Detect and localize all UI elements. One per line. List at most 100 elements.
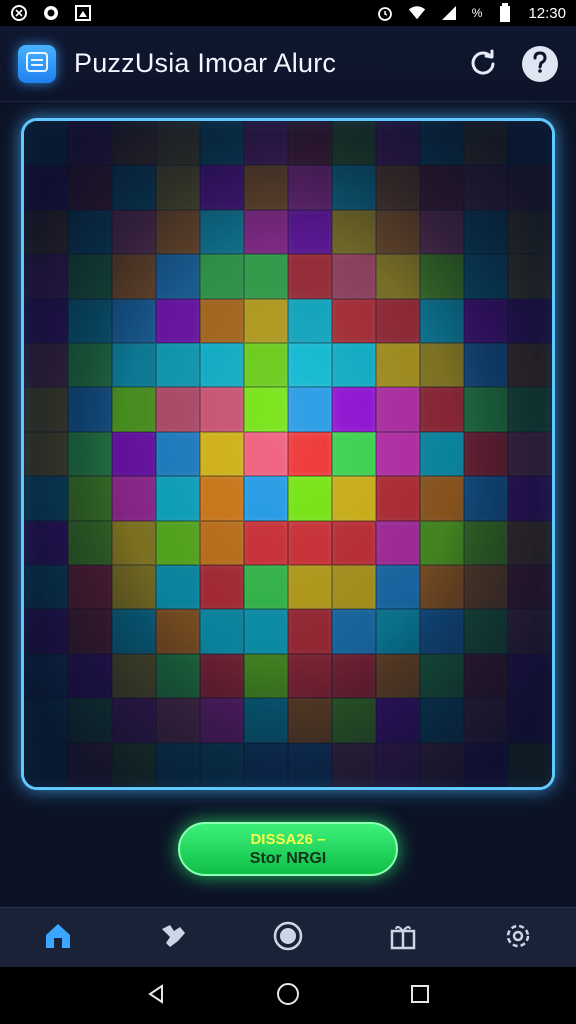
puzzle-piece[interactable] bbox=[24, 209, 68, 255]
puzzle-piece[interactable] bbox=[200, 609, 244, 654]
puzzle-piece[interactable] bbox=[508, 165, 552, 210]
system-home-button[interactable] bbox=[268, 976, 308, 1016]
puzzle-piece[interactable] bbox=[332, 431, 376, 477]
puzzle-piece[interactable] bbox=[376, 653, 420, 699]
puzzle-piece[interactable] bbox=[244, 121, 288, 166]
puzzle-piece[interactable] bbox=[420, 476, 464, 521]
puzzle-piece[interactable] bbox=[288, 209, 332, 255]
puzzle-piece[interactable] bbox=[156, 121, 200, 166]
puzzle-piece[interactable] bbox=[288, 653, 332, 699]
puzzle-piece[interactable] bbox=[24, 431, 68, 477]
puzzle-piece[interactable] bbox=[156, 520, 200, 565]
puzzle-piece[interactable] bbox=[244, 387, 288, 432]
puzzle-piece[interactable] bbox=[464, 298, 508, 343]
puzzle-piece[interactable] bbox=[156, 476, 200, 521]
puzzle-piece[interactable] bbox=[332, 520, 376, 565]
puzzle-piece[interactable] bbox=[68, 387, 112, 432]
puzzle-piece[interactable] bbox=[508, 343, 552, 388]
puzzle-piece[interactable] bbox=[112, 520, 156, 565]
puzzle-piece[interactable] bbox=[200, 698, 244, 743]
puzzle-piece[interactable] bbox=[376, 343, 420, 388]
puzzle-piece[interactable] bbox=[68, 742, 112, 787]
puzzle-piece[interactable] bbox=[332, 653, 376, 699]
puzzle-piece[interactable] bbox=[112, 476, 156, 521]
puzzle-piece[interactable] bbox=[420, 387, 464, 432]
puzzle-piece[interactable] bbox=[200, 742, 244, 787]
puzzle-piece[interactable] bbox=[156, 431, 200, 477]
nav-settings[interactable] bbox=[494, 914, 542, 962]
puzzle-piece[interactable] bbox=[464, 165, 508, 210]
puzzle-piece[interactable] bbox=[156, 298, 200, 343]
puzzle-piece[interactable] bbox=[288, 476, 332, 521]
puzzle-piece[interactable] bbox=[288, 254, 332, 299]
puzzle-piece[interactable] bbox=[112, 209, 156, 255]
puzzle-piece[interactable] bbox=[24, 520, 68, 565]
puzzle-piece[interactable] bbox=[332, 165, 376, 210]
puzzle-piece[interactable] bbox=[68, 298, 112, 343]
menu-button[interactable] bbox=[18, 44, 56, 83]
recents-button[interactable] bbox=[400, 976, 440, 1016]
puzzle-piece[interactable] bbox=[112, 343, 156, 388]
puzzle-piece[interactable] bbox=[332, 209, 376, 255]
puzzle-piece[interactable] bbox=[200, 254, 244, 299]
nav-dinosaur[interactable] bbox=[149, 914, 197, 962]
puzzle-piece[interactable] bbox=[464, 653, 508, 699]
puzzle-piece[interactable] bbox=[156, 343, 200, 388]
puzzle-piece[interactable] bbox=[376, 165, 420, 210]
puzzle-piece[interactable] bbox=[288, 165, 332, 210]
refresh-button[interactable] bbox=[466, 47, 500, 81]
puzzle-piece[interactable] bbox=[376, 209, 420, 255]
puzzle-piece[interactable] bbox=[112, 565, 156, 610]
puzzle-piece[interactable] bbox=[420, 609, 464, 654]
puzzle-piece[interactable] bbox=[376, 121, 420, 166]
puzzle-piece[interactable] bbox=[508, 476, 552, 521]
puzzle-piece[interactable] bbox=[464, 609, 508, 654]
puzzle-piece[interactable] bbox=[112, 165, 156, 210]
puzzle-piece[interactable] bbox=[464, 698, 508, 743]
puzzle-piece[interactable] bbox=[420, 165, 464, 210]
puzzle-piece[interactable] bbox=[508, 565, 552, 610]
puzzle-piece[interactable] bbox=[508, 254, 552, 299]
puzzle-piece[interactable] bbox=[244, 431, 288, 477]
puzzle-piece[interactable] bbox=[420, 209, 464, 255]
puzzle-piece[interactable] bbox=[244, 343, 288, 388]
puzzle-piece[interactable] bbox=[244, 209, 288, 255]
puzzle-piece[interactable] bbox=[508, 431, 552, 477]
nav-record[interactable] bbox=[264, 914, 312, 962]
puzzle-piece[interactable] bbox=[464, 565, 508, 610]
puzzle-piece[interactable] bbox=[508, 609, 552, 654]
puzzle-piece[interactable] bbox=[156, 209, 200, 255]
puzzle-piece[interactable] bbox=[332, 343, 376, 388]
puzzle-piece[interactable] bbox=[68, 431, 112, 477]
puzzle-piece[interactable] bbox=[376, 742, 420, 787]
puzzle-piece[interactable] bbox=[200, 565, 244, 610]
puzzle-piece[interactable] bbox=[156, 653, 200, 699]
puzzle-piece[interactable] bbox=[332, 387, 376, 432]
puzzle-piece[interactable] bbox=[244, 565, 288, 610]
puzzle-piece[interactable] bbox=[464, 431, 508, 477]
puzzle-piece[interactable] bbox=[24, 609, 68, 654]
puzzle-piece[interactable] bbox=[288, 431, 332, 477]
puzzle-piece[interactable] bbox=[156, 698, 200, 743]
puzzle-piece[interactable] bbox=[156, 387, 200, 432]
puzzle-piece[interactable] bbox=[112, 387, 156, 432]
puzzle-piece[interactable] bbox=[200, 343, 244, 388]
puzzle-piece[interactable] bbox=[464, 121, 508, 166]
puzzle-piece[interactable] bbox=[68, 121, 112, 166]
puzzle-piece[interactable] bbox=[68, 343, 112, 388]
puzzle-piece[interactable] bbox=[508, 520, 552, 565]
back-button[interactable] bbox=[136, 976, 176, 1016]
puzzle-piece[interactable] bbox=[112, 698, 156, 743]
puzzle-piece[interactable] bbox=[24, 165, 68, 210]
puzzle-piece[interactable] bbox=[464, 254, 508, 299]
puzzle-piece[interactable] bbox=[24, 343, 68, 388]
help-button[interactable] bbox=[522, 45, 558, 82]
puzzle-piece[interactable] bbox=[376, 387, 420, 432]
puzzle-piece[interactable] bbox=[288, 609, 332, 654]
puzzle-piece[interactable] bbox=[200, 209, 244, 255]
start-button[interactable]: DISSA26 – Stor NRGI bbox=[178, 822, 398, 876]
puzzle-piece[interactable] bbox=[68, 653, 112, 699]
puzzle-piece[interactable] bbox=[24, 698, 68, 743]
puzzle-piece[interactable] bbox=[376, 298, 420, 343]
puzzle-piece[interactable] bbox=[156, 254, 200, 299]
